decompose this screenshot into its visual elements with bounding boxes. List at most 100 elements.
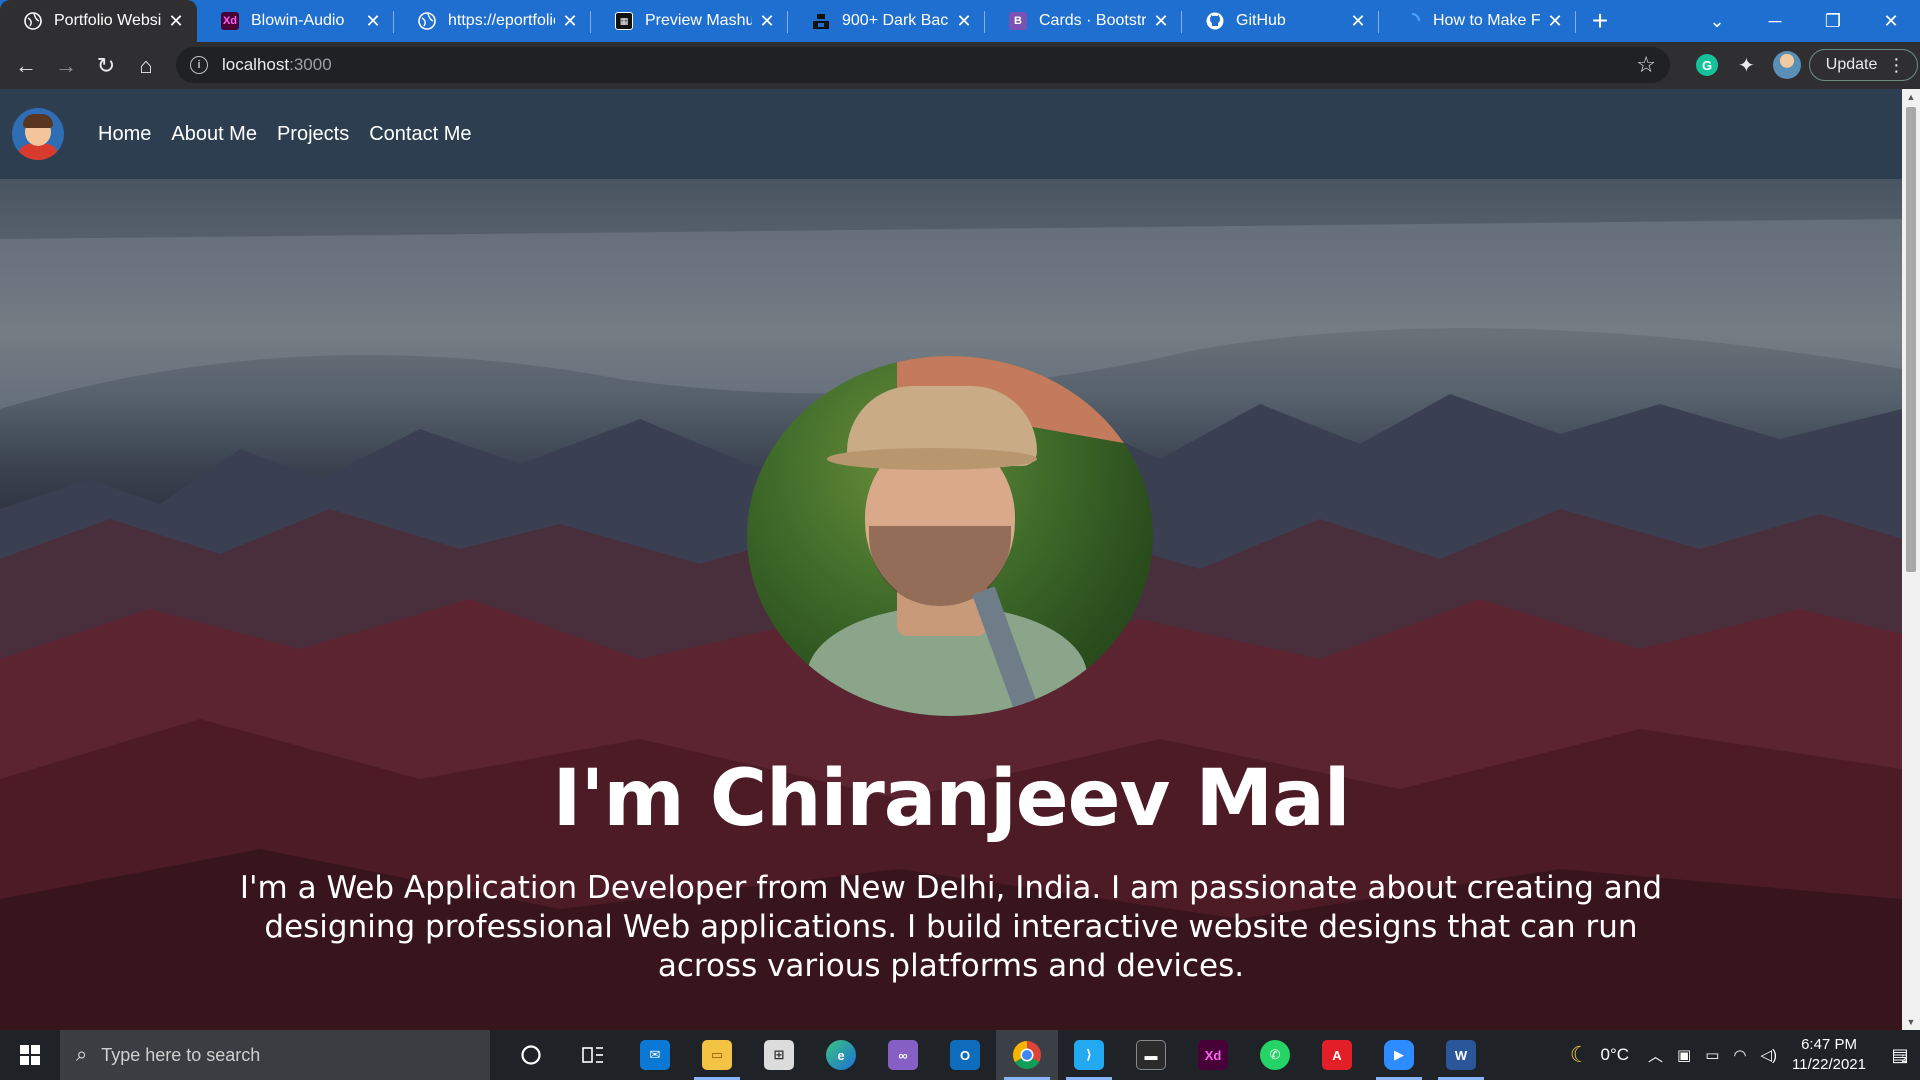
- home-icon[interactable]: ⌂: [126, 46, 166, 86]
- tab-strip: Portfolio Website ✕ Xd Blowin-Audio ✕ ht…: [0, 0, 1920, 42]
- tab-search-icon[interactable]: ⌄: [1688, 11, 1746, 32]
- volume-icon[interactable]: ◁): [1761, 1046, 1778, 1064]
- clock-time: 6:47 PM: [1801, 1036, 1857, 1053]
- visual-studio-icon[interactable]: ∞: [872, 1030, 934, 1080]
- page-scrollbar[interactable]: ▲ ▼: [1902, 89, 1920, 1030]
- tab-github[interactable]: GitHub ✕: [1182, 0, 1379, 42]
- task-view-icon[interactable]: [562, 1030, 624, 1080]
- tab-title: Cards · Bootstrap: [1039, 12, 1146, 29]
- globe-icon: [418, 12, 436, 30]
- chevron-up-icon[interactable]: ︿: [1648, 1045, 1663, 1066]
- mashup-icon: ▦: [615, 12, 633, 30]
- store-icon[interactable]: ⊞: [748, 1030, 810, 1080]
- grammarly-icon[interactable]: G: [1696, 54, 1718, 76]
- close-tab-icon[interactable]: ✕: [364, 11, 382, 32]
- windows-start-icon[interactable]: [0, 1030, 60, 1080]
- notification-center-icon[interactable]: ▤ 2: [1880, 1030, 1920, 1080]
- tab-how-to-make[interactable]: How to Make Foo ✕: [1379, 0, 1576, 42]
- window-controls: ⌄ ─ ❐ ✕: [1688, 0, 1920, 42]
- clock[interactable]: 6:47 PM 11/22/2021: [1792, 1035, 1866, 1075]
- bio-line: I'm a Web Application Developer from New…: [239, 870, 1663, 906]
- chrome-icon[interactable]: [996, 1030, 1058, 1080]
- back-icon[interactable]: ←: [6, 46, 46, 86]
- update-label: Update: [1825, 56, 1878, 73]
- file-explorer-icon[interactable]: ▭: [686, 1030, 748, 1080]
- update-button[interactable]: Update ⋮: [1808, 49, 1919, 81]
- reload-icon[interactable]: ↻: [86, 46, 126, 86]
- tab-dark-backgrounds[interactable]: 900+ Dark Backg ✕: [788, 0, 985, 42]
- zoom-icon[interactable]: ▶: [1368, 1030, 1430, 1080]
- tab-cards-bootstrap[interactable]: B Cards · Bootstrap ✕: [985, 0, 1182, 42]
- system-tray: ☾ 0°C ︿ ▣ ▭ ◠ ◁) 6:47 PM 11/22/2021 ▤ 2: [1563, 1030, 1920, 1080]
- close-tab-icon[interactable]: ✕: [1349, 11, 1367, 32]
- browser-toolbar: ← → ↻ ⌂ i localhost:3000 ☆ G ✦ Update ⋮: [0, 42, 1920, 89]
- globe-icon: [24, 12, 42, 30]
- notification-count: 2: [1901, 1052, 1908, 1065]
- close-tab-icon[interactable]: ✕: [1152, 11, 1170, 32]
- new-tab-button[interactable]: +: [1576, 0, 1624, 42]
- extensions-icon[interactable]: ✦: [1738, 53, 1755, 78]
- tab-preview-mashup[interactable]: ▦ Preview Mashup ✕: [591, 0, 788, 42]
- forward-icon[interactable]: →: [46, 46, 86, 86]
- outlook-icon[interactable]: O: [934, 1030, 996, 1080]
- bio-line: designing professional Web applications.…: [264, 909, 1638, 945]
- taskbar-search[interactable]: ⌕ Type here to search: [60, 1030, 490, 1080]
- minimize-button[interactable]: ─: [1746, 11, 1804, 32]
- tab-title: Preview Mashup: [645, 12, 752, 29]
- url-host: localhost: [222, 55, 290, 74]
- close-tab-icon[interactable]: ✕: [561, 11, 579, 32]
- url-port: :3000: [289, 55, 332, 74]
- terminal-icon[interactable]: ▬: [1120, 1030, 1182, 1080]
- github-icon: [1206, 12, 1224, 30]
- tab-portfolio-website[interactable]: Portfolio Website ✕: [0, 0, 197, 42]
- hero-section: I'm Chiranjeev Mal I'm a Web Application…: [0, 179, 1902, 1030]
- whatsapp-icon[interactable]: ✆: [1244, 1030, 1306, 1080]
- profile-photo: [747, 356, 1153, 716]
- nav-about-me[interactable]: About Me: [171, 123, 257, 146]
- weather-temp: 0°C: [1600, 1045, 1630, 1064]
- tab-blowin-audio[interactable]: Xd Blowin-Audio ✕: [197, 0, 394, 42]
- scroll-down-icon[interactable]: ▼: [1902, 1014, 1920, 1030]
- close-tab-icon[interactable]: ✕: [955, 11, 973, 32]
- meet-now-icon[interactable]: ▣: [1677, 1046, 1691, 1064]
- close-tab-icon[interactable]: ✕: [758, 11, 776, 32]
- search-icon: ⌕: [76, 1043, 88, 1066]
- avatar-logo[interactable]: [12, 108, 64, 160]
- close-tab-icon[interactable]: ✕: [167, 11, 185, 32]
- scroll-up-icon[interactable]: ▲: [1902, 89, 1920, 105]
- profile-avatar[interactable]: [1772, 51, 1801, 79]
- taskbar-apps: ✉ ▭ ⊞ e ∞ O ⟩ ▬ Xd ✆ A ▶ W: [500, 1030, 1492, 1080]
- weather-moon-icon[interactable]: ☾: [1570, 1042, 1590, 1068]
- word-icon[interactable]: W: [1430, 1030, 1492, 1080]
- page-viewport: Home About Me Projects Contact Me I'm Ch…: [0, 89, 1902, 1030]
- tab-eportfolio[interactable]: https://eportfolio ✕: [394, 0, 591, 42]
- adobe-xd-icon: Xd: [221, 12, 239, 30]
- edge-icon[interactable]: e: [810, 1030, 872, 1080]
- close-window-button[interactable]: ✕: [1862, 11, 1920, 32]
- battery-icon[interactable]: ▭: [1705, 1046, 1719, 1064]
- loading-icon: [1403, 12, 1421, 30]
- vscode-icon[interactable]: ⟩: [1058, 1030, 1120, 1080]
- acrobat-icon[interactable]: A: [1306, 1030, 1368, 1080]
- site-navbar: Home About Me Projects Contact Me: [0, 89, 1902, 179]
- bookmark-star-icon[interactable]: ☆: [1636, 52, 1656, 78]
- site-info-icon[interactable]: i: [190, 56, 208, 74]
- nav-contact-me[interactable]: Contact Me: [369, 123, 471, 146]
- adobe-xd-icon[interactable]: Xd: [1182, 1030, 1244, 1080]
- nav-projects[interactable]: Projects: [277, 123, 349, 146]
- address-bar[interactable]: i localhost:3000 ☆: [176, 47, 1670, 83]
- bio-line: across various platforms and devices.: [657, 948, 1245, 984]
- tab-title: How to Make Foo: [1433, 12, 1540, 29]
- close-tab-icon[interactable]: ✕: [1546, 11, 1564, 32]
- toolbar-actions: G ✦ Update ⋮: [1686, 47, 1919, 83]
- mail-icon[interactable]: ✉: [624, 1030, 686, 1080]
- tab-title: Portfolio Website: [54, 12, 161, 29]
- more-menu-icon[interactable]: ⋮: [1887, 55, 1905, 76]
- cortana-icon[interactable]: [500, 1030, 562, 1080]
- nav-home[interactable]: Home: [98, 123, 151, 146]
- hero-headline: I'm Chiranjeev Mal: [552, 754, 1350, 844]
- restore-button[interactable]: ❐: [1804, 11, 1862, 32]
- wifi-icon[interactable]: ◠: [1733, 1046, 1746, 1064]
- scrollbar-thumb[interactable]: [1906, 107, 1916, 572]
- clock-date: 11/22/2021: [1792, 1056, 1866, 1073]
